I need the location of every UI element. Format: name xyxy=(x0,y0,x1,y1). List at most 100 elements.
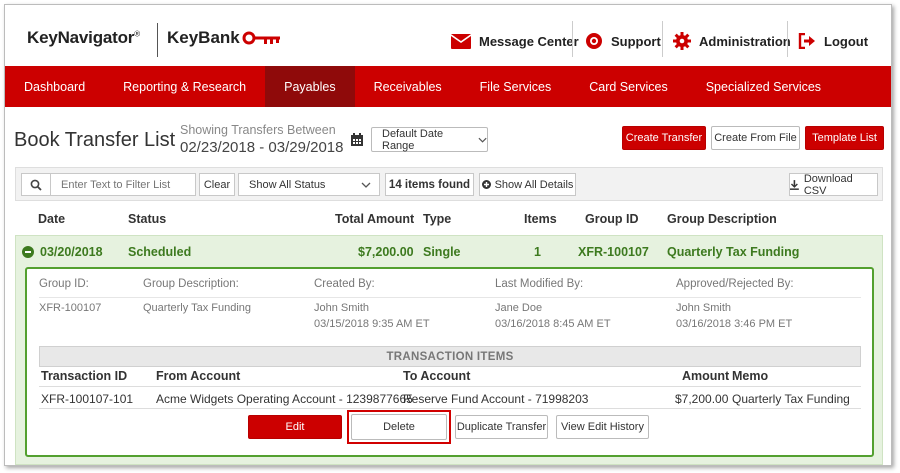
envelope-icon xyxy=(451,33,471,49)
calendar-icon[interactable] xyxy=(351,133,363,151)
nav-receivables[interactable]: Receivables xyxy=(355,66,461,107)
logout-icon xyxy=(798,33,815,49)
status-dropdown[interactable]: Show All Status xyxy=(238,173,380,196)
ti-divider xyxy=(39,408,861,409)
message-center-label: Message Center xyxy=(479,33,579,49)
collapse-row-icon[interactable] xyxy=(22,245,34,263)
search-button[interactable] xyxy=(21,173,51,196)
ti-memo: Quarterly Tax Funding xyxy=(732,392,850,406)
nav-dashboard[interactable]: Dashboard xyxy=(5,66,104,107)
logout-link[interactable]: Logout xyxy=(798,25,868,57)
date-range-text: 02/23/2018 - 03/29/2018 xyxy=(180,139,344,156)
ti-col-to-account: To Account xyxy=(403,369,471,383)
items-found-count: 14 items found xyxy=(385,173,474,196)
create-from-file-button[interactable]: Create From File xyxy=(711,126,800,150)
gear-icon xyxy=(673,32,691,50)
detail-divider xyxy=(39,297,861,298)
administration-label: Administration xyxy=(699,33,791,49)
nav-specialized-services[interactable]: Specialized Services xyxy=(687,66,840,107)
nav-payables[interactable]: Payables xyxy=(265,66,355,107)
detail-value-modified-date: 03/16/2018 8:45 AM ET xyxy=(495,318,611,330)
create-transfer-button[interactable]: Create Transfer xyxy=(622,126,706,150)
row-date: 03/20/2018 xyxy=(40,245,103,259)
ti-col-from-account: From Account xyxy=(156,369,241,383)
nav-reporting-research[interactable]: Reporting & Research xyxy=(104,66,265,107)
filter-input[interactable] xyxy=(50,173,196,196)
util-divider xyxy=(787,21,788,57)
detail-label-approved-rejected-by: Approved/Rejected By: xyxy=(676,278,794,290)
view-edit-history-button[interactable]: View Edit History xyxy=(556,415,649,439)
clear-button[interactable]: Clear xyxy=(199,173,235,196)
detail-label-last-modified-by: Last Modified By: xyxy=(495,278,584,290)
edit-button[interactable]: Edit xyxy=(248,415,342,439)
col-header-group-description[interactable]: Group Description xyxy=(667,212,777,226)
row-type: Single xyxy=(423,245,461,259)
keynavigator-logo[interactable]: KeyNavigator® xyxy=(27,28,140,48)
app-window: KeyNavigator® KeyBank Message Center Sup… xyxy=(4,4,892,466)
message-center-link[interactable]: Message Center xyxy=(451,25,579,57)
col-header-status[interactable]: Status xyxy=(128,212,166,226)
page-title: Book Transfer List xyxy=(14,129,176,151)
date-range-dropdown[interactable]: Default Date Range xyxy=(371,127,488,152)
filter-bar: Clear Show All Status 14 items found Sho… xyxy=(15,167,883,201)
status-dropdown-label: Show All Status xyxy=(249,178,326,191)
logout-label: Logout xyxy=(824,33,869,49)
ti-from-account: Acme Widgets Operating Account - 1239877… xyxy=(156,392,413,406)
nav-file-services[interactable]: File Services xyxy=(461,66,571,107)
support-link[interactable]: Support xyxy=(585,25,661,57)
ti-transaction-id: XFR-100107-101 xyxy=(41,392,134,406)
row-group-description: Quarterly Tax Funding xyxy=(667,245,800,259)
keybank-wordmark: KeyBank xyxy=(167,28,240,47)
key-logo-icon xyxy=(242,31,280,45)
show-all-details-button[interactable]: Show All Details xyxy=(479,173,576,196)
detail-label-created-by: Created By: xyxy=(314,278,375,290)
col-header-date[interactable]: Date xyxy=(38,212,65,226)
transaction-items-header: TRANSACTION ITEMS xyxy=(39,346,861,367)
search-icon xyxy=(30,179,42,191)
lifebuoy-icon xyxy=(586,33,602,49)
date-range-dropdown-label: Default Date Range xyxy=(382,127,444,152)
util-divider xyxy=(662,21,663,57)
download-csv-button[interactable]: Download CSV xyxy=(789,172,878,197)
ti-col-memo: Memo xyxy=(732,369,769,383)
col-header-group-id[interactable]: Group ID xyxy=(585,212,638,226)
detail-value-approved-name: John Smith xyxy=(676,302,732,314)
detail-value-created-name: John Smith xyxy=(314,302,370,314)
row-total-amount: $7,200.00 xyxy=(358,245,414,259)
ti-col-amount: Amount xyxy=(682,369,730,383)
download-icon xyxy=(790,179,799,190)
delete-highlight-box xyxy=(347,410,451,444)
detail-value-created-date: 03/15/2018 9:35 AM ET xyxy=(314,318,430,330)
chevron-down-icon xyxy=(361,182,371,188)
support-label: Support xyxy=(611,33,661,49)
duplicate-transfer-button[interactable]: Duplicate Transfer xyxy=(455,415,548,439)
ti-col-transaction-id: Transaction ID xyxy=(41,369,128,383)
detail-label-group-description: Group Description: xyxy=(143,278,239,290)
main-nav: Dashboard Reporting & Research Payables … xyxy=(5,66,891,107)
detail-label-group-id: Group ID: xyxy=(39,278,89,290)
row-status: Scheduled xyxy=(128,245,192,259)
row-items: 1 xyxy=(534,245,541,259)
detail-value-group-description: Quarterly Tax Funding xyxy=(143,302,252,314)
show-all-details-label: Show All Details xyxy=(494,178,574,191)
util-divider xyxy=(572,21,573,57)
ti-to-account: Reserve Fund Account - 71998203 xyxy=(403,392,589,406)
ti-amount: $7,200.00 xyxy=(675,392,729,406)
template-list-button[interactable]: Template List xyxy=(805,126,884,150)
col-header-total-amount[interactable]: Total Amount xyxy=(335,212,414,226)
row-group-id: XFR-100107 xyxy=(578,245,649,259)
detail-value-approved-date: 03/16/2018 3:46 PM ET xyxy=(676,318,793,330)
showing-label: Showing Transfers Between xyxy=(180,123,336,137)
chevron-down-icon xyxy=(478,137,487,143)
col-header-items[interactable]: Items xyxy=(524,212,557,226)
administration-link[interactable]: Administration xyxy=(673,25,791,57)
download-csv-label: Download CSV xyxy=(803,172,853,197)
keybank-logo[interactable]: KeyBank xyxy=(167,28,282,48)
col-header-type[interactable]: Type xyxy=(423,212,451,226)
logo-divider xyxy=(157,23,158,57)
plus-circle-icon xyxy=(481,180,491,189)
detail-value-modified-name: Jane Doe xyxy=(495,302,543,314)
detail-value-group-id: XFR-100107 xyxy=(39,302,102,314)
nav-card-services[interactable]: Card Services xyxy=(570,66,687,107)
ti-divider xyxy=(39,386,861,387)
